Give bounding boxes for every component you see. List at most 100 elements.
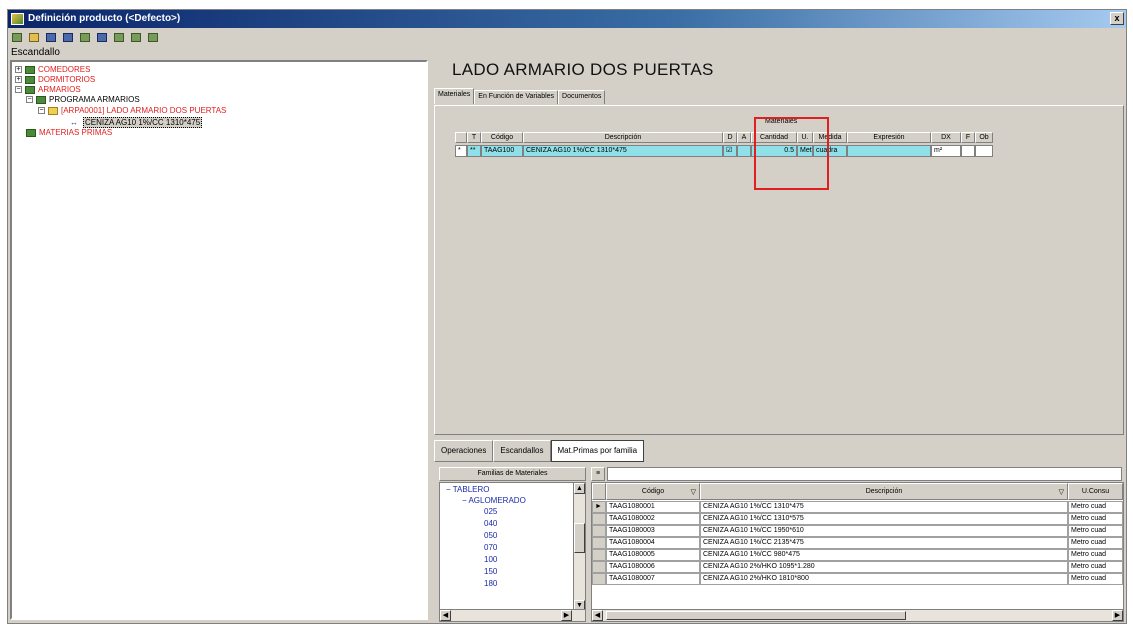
scroll-thumb[interactable]	[574, 523, 585, 553]
cell-unidad[interactable]: Metro cuad	[1068, 549, 1123, 561]
cell-f[interactable]	[961, 145, 975, 157]
collapse-icon[interactable]: −	[462, 496, 467, 505]
table-row[interactable]: * ** TAAG100 CENIZA AG10 1%/CC 1310*475 …	[455, 145, 993, 157]
column-header-u-consu[interactable]: U.Consu	[1068, 483, 1123, 500]
tab-materiales[interactable]: Materiales	[434, 88, 475, 104]
cell-codigo[interactable]: TAAG1080004	[606, 537, 700, 549]
funnel-icon[interactable]: ▽	[691, 485, 696, 499]
cell-codigo[interactable]: TAAG1080005	[606, 549, 700, 561]
collapse-icon[interactable]: −	[26, 96, 33, 103]
column-header-descripcion[interactable]: Descripción ▽	[700, 483, 1068, 500]
cell-codigo[interactable]: TAAG1080006	[606, 561, 700, 573]
scroll-right-icon[interactable]: ▶	[561, 610, 572, 621]
cell-unidad[interactable]: Metro cuad	[1068, 537, 1123, 549]
table-row[interactable]: TAAG1080005 CENIZA AG10 1%/CC 980*475 Me…	[592, 549, 1123, 561]
column-header-codigo[interactable]: Código ▽	[606, 483, 700, 500]
expand-icon[interactable]: +	[15, 66, 22, 73]
family-item[interactable]: 040	[484, 519, 497, 528]
save-button[interactable]	[44, 30, 58, 44]
cell-codigo[interactable]: TAAG1080007	[606, 573, 700, 585]
collapse-icon[interactable]: −	[15, 86, 22, 93]
cell-codigo[interactable]: TAAG1080001	[606, 501, 700, 513]
cell-descripcion[interactable]: CENIZA AG10 1%/CC 1310*475	[700, 501, 1068, 513]
table-row[interactable]: TAAG1080007 CENIZA AG10 2%/HKO 1810*800 …	[592, 573, 1123, 585]
family-item[interactable]: 180	[484, 579, 497, 588]
cell-d-checkbox[interactable]: ☑	[723, 145, 737, 157]
column-header-t[interactable]: T	[467, 132, 481, 143]
table-row[interactable]: TAAG1080006 CENIZA AG10 2%/HKO 1095*1.28…	[592, 561, 1123, 573]
cell-descripcion[interactable]: CENIZA AG10 1%/CC 1310*575	[700, 513, 1068, 525]
collapse-icon[interactable]: −	[446, 485, 451, 494]
column-header-codigo[interactable]: Código	[481, 132, 523, 143]
scroll-thumb[interactable]	[606, 611, 906, 620]
tree-node-selected[interactable]: ↔ CENIZA AG10 1%/CC 1310*475	[70, 117, 203, 128]
cell-a[interactable]	[737, 145, 751, 157]
table-row[interactable]: TAAG1080002 CENIZA AG10 1%/CC 1310*575 M…	[592, 513, 1123, 525]
cell-codigo[interactable]: TAAG1080002	[606, 513, 700, 525]
scroll-right-icon[interactable]: ▶	[1112, 610, 1123, 621]
tab-mat-primas-por-familia[interactable]: Mat.Primas por familia	[550, 440, 645, 462]
tree-node[interactable]: − ARMARIOS	[15, 85, 81, 94]
tree-view-button[interactable]	[146, 30, 160, 44]
family-item[interactable]: 025	[484, 507, 497, 516]
tab-documentos[interactable]: Documentos	[558, 90, 606, 104]
cell-codigo[interactable]: TAAG1080003	[606, 525, 700, 537]
families-tree[interactable]: − TABLERO − AGLOMERADO 025 040 050 070 1…	[439, 482, 586, 622]
tree-node[interactable]: − [ARPA0001] LADO ARMARIO DOS PUERTAS	[38, 106, 226, 115]
cell-descripcion[interactable]: CENIZA AG10 1%/CC 2135*475	[700, 537, 1068, 549]
column-header-ob[interactable]: Ob	[975, 132, 993, 143]
cell-type[interactable]: **	[467, 145, 481, 157]
open-button[interactable]	[27, 30, 41, 44]
table-row[interactable]: TAAG1080004 CENIZA AG10 1%/CC 2135*475 M…	[592, 537, 1123, 549]
families-vertical-scrollbar[interactable]: ▲ ▼	[573, 483, 585, 611]
collapse-icon[interactable]: −	[38, 107, 45, 114]
tree-node[interactable]: + COMEDORES	[15, 65, 90, 74]
cell-unidad[interactable]: Metro cuad	[1068, 525, 1123, 537]
print-button[interactable]	[78, 30, 92, 44]
cell-unidad[interactable]: Metro cuad	[1068, 561, 1123, 573]
family-item[interactable]: 050	[484, 531, 497, 540]
tree-button[interactable]	[112, 30, 126, 44]
cell-ob[interactable]	[975, 145, 993, 157]
tab-en-funcion-de-variables[interactable]: En Función de Variables	[474, 90, 559, 104]
column-header-expresion[interactable]: Expresión	[847, 132, 931, 143]
families-horizontal-scrollbar[interactable]: ◀ ▶	[440, 609, 585, 621]
column-header-d[interactable]: D	[723, 132, 737, 143]
filter-toggle-button[interactable]: ≡	[591, 467, 605, 481]
expand-icon[interactable]: +	[15, 76, 22, 83]
close-button[interactable]: x	[1110, 12, 1124, 25]
cell-dx[interactable]: m²	[931, 145, 961, 157]
scroll-up-icon[interactable]: ▲	[574, 483, 585, 494]
new-button[interactable]	[10, 30, 24, 44]
tab-escandallos[interactable]: Escandallos	[493, 440, 551, 462]
cell-codigo[interactable]: TAAG100	[481, 145, 523, 157]
cell-descripcion[interactable]: CENIZA AG10 2%/HKO 1810*800	[700, 573, 1068, 585]
scroll-left-icon[interactable]: ◀	[592, 610, 603, 621]
cell-descripcion[interactable]: CENIZA AG10 1%/CC 1950*610	[700, 525, 1068, 537]
family-item[interactable]: 100	[484, 555, 497, 564]
raw-materials-horizontal-scrollbar[interactable]: ◀ ▶	[592, 609, 1123, 621]
save-as-button[interactable]	[61, 30, 75, 44]
scroll-left-icon[interactable]: ◀	[440, 610, 451, 621]
family-item[interactable]: − AGLOMERADO	[462, 496, 526, 505]
cell-expresion[interactable]	[847, 145, 931, 157]
escandallo-tree[interactable]: + COMEDORES + DORMITORIOS − ARMARIOS − P…	[10, 60, 428, 620]
cell-descripcion[interactable]: CENIZA AG10 1%/CC 980*475	[700, 549, 1068, 561]
filter-input[interactable]	[607, 467, 1122, 481]
filter-button[interactable]	[95, 30, 109, 44]
cell-descripcion[interactable]: CENIZA AG10 2%/HKO 1095*1.280	[700, 561, 1068, 573]
column-header-a[interactable]: A	[737, 132, 751, 143]
cell-unidad[interactable]: Metro cuad	[1068, 501, 1123, 513]
tree-node[interactable]: MATERIAS PRIMAS	[26, 128, 112, 137]
column-header-dx[interactable]: DX	[931, 132, 961, 143]
family-item[interactable]: 150	[484, 567, 497, 576]
title-bar[interactable]: Definición producto (<Defecto>) x	[8, 10, 1126, 28]
tree-edit-button[interactable]	[129, 30, 143, 44]
tree-node[interactable]: + DORMITORIOS	[15, 75, 95, 84]
table-row[interactable]: TAAG1080003 CENIZA AG10 1%/CC 1950*610 M…	[592, 525, 1123, 537]
cell-unidad[interactable]: Metro cuad	[1068, 513, 1123, 525]
funnel-icon[interactable]: ▽	[1059, 485, 1064, 499]
column-header-f[interactable]: F	[961, 132, 975, 143]
tab-operaciones[interactable]: Operaciones	[434, 440, 494, 462]
tree-node[interactable]: − PROGRAMA ARMARIOS	[26, 95, 140, 104]
